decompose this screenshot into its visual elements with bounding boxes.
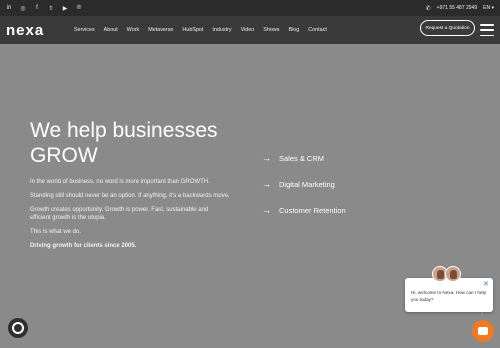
arrow-right-icon: →	[262, 153, 271, 163]
hero-description: In the world of business, no word is mor…	[30, 178, 230, 256]
social-links: in ◎ f 𝕥 ▶ ℗	[6, 5, 82, 12]
nav-metaverse[interactable]: Metaverse	[148, 27, 173, 33]
phone-icon: ✆	[425, 5, 431, 12]
chat-message: Hi, welcome to Nexa. How can I help you …	[411, 290, 487, 302]
service-label: Digital Marketing	[279, 179, 335, 189]
hero-paragraph: In the world of business, no word is mor…	[30, 179, 210, 185]
hero-title-line2: GROW	[30, 144, 98, 167]
hero-paragraph: Standing still should never be an option…	[30, 193, 230, 199]
service-link-sales-crm[interactable]: → Sales & CRM	[262, 152, 346, 164]
nav-hubspot[interactable]: HubSpot	[182, 27, 203, 33]
hero-title-line1: We help businesses	[30, 119, 218, 142]
request-quotation-button[interactable]: Request a Quotation	[420, 20, 475, 36]
phone-number[interactable]: +971 55 487 2949	[437, 5, 477, 11]
service-link-customer-retention[interactable]: → Customer Retention	[262, 204, 346, 216]
avatar	[445, 266, 461, 282]
twitter-icon[interactable]: 𝕥	[48, 5, 54, 12]
main-navbar: nexa Services About Work Metaverse HubSp…	[0, 16, 500, 44]
service-label: Sales & CRM	[279, 153, 325, 163]
chat-launcher-button[interactable]	[472, 320, 494, 342]
nav-about[interactable]: About	[104, 27, 118, 33]
arrow-right-icon: →	[262, 205, 271, 215]
nav-work[interactable]: Work	[127, 27, 139, 33]
linkedin-icon[interactable]: in	[6, 5, 12, 11]
nav-services[interactable]: Services	[74, 27, 95, 33]
nav-industry[interactable]: Industry	[212, 27, 231, 33]
youtube-icon[interactable]: ▶	[62, 5, 68, 12]
language-selector[interactable]: EN ▾	[483, 5, 494, 11]
scroll-indicator: ⋮	[480, 312, 484, 317]
hero-paragraph: This is what we do.	[30, 229, 82, 235]
services-list: → Sales & CRM → Digital Marketing → Cust…	[262, 152, 346, 230]
facebook-icon[interactable]: f	[34, 5, 40, 11]
top-bar: in ◎ f 𝕥 ▶ ℗ ✆ +971 55 487 2949 EN ▾	[0, 0, 500, 16]
nav-video[interactable]: Video	[241, 27, 255, 33]
nav-contact[interactable]: Contact	[308, 27, 327, 33]
chat-agent-avatars	[432, 266, 461, 282]
main-nav: Services About Work Metaverse HubSpot In…	[74, 16, 327, 44]
arrow-right-icon: →	[262, 179, 271, 189]
nav-shows[interactable]: Shows	[263, 27, 279, 33]
contact-info: ✆ +971 55 487 2949 EN ▾	[426, 0, 494, 16]
hero-paragraph: Growth creates opportunity. Growth is po…	[30, 207, 209, 221]
pinterest-icon[interactable]: ℗	[76, 5, 82, 11]
service-label: Customer Retention	[279, 205, 346, 215]
whatsapp-icon	[12, 322, 24, 334]
chat-welcome-popup[interactable]: ✕ Hi, welcome to Nexa. How can I help yo…	[405, 278, 493, 312]
menu-icon[interactable]	[480, 24, 494, 36]
nav-blog[interactable]: Blog	[288, 27, 299, 33]
close-icon[interactable]: ✕	[483, 280, 489, 288]
nexa-logo[interactable]: nexa	[6, 21, 44, 39]
whatsapp-button[interactable]	[8, 318, 28, 338]
service-link-digital-marketing[interactable]: → Digital Marketing	[262, 178, 346, 190]
hero-title: We help businesses GROW	[30, 118, 218, 168]
chat-bubble-icon	[478, 327, 488, 335]
instagram-icon[interactable]: ◎	[20, 5, 26, 12]
hero-tagline: Driving growth for clients since 2005.	[30, 243, 137, 249]
